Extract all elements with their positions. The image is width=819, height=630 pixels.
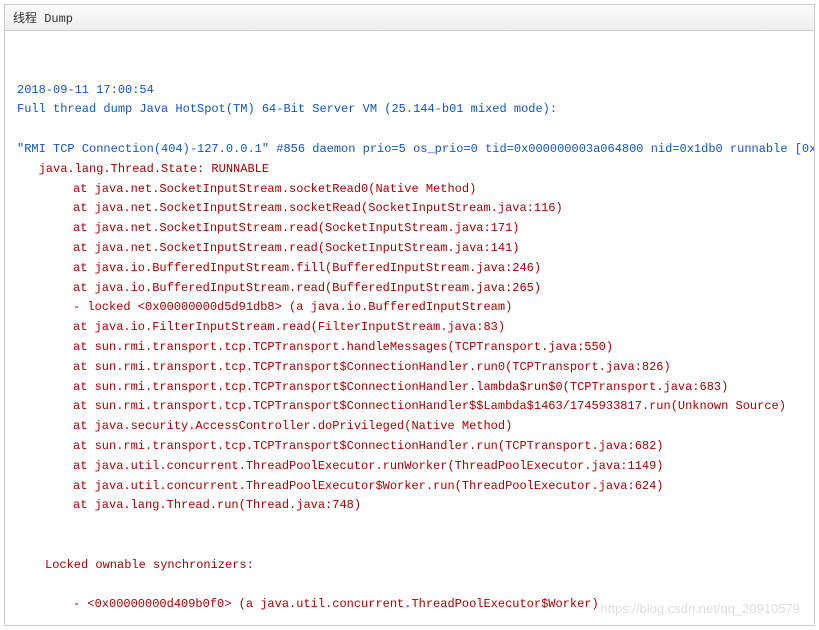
stack-line: at java.security.AccessController.doPriv… — [17, 417, 802, 437]
locked-sync-entries: - <0x00000000d409b0f0> (a java.util.conc… — [17, 595, 802, 615]
stack-line: at java.io.FilterInputStream.read(Filter… — [17, 318, 802, 338]
stack-line: at java.io.BufferedInputStream.fill(Buff… — [17, 259, 802, 279]
stack-line: at sun.rmi.transport.tcp.TCPTransport.ha… — [17, 338, 802, 358]
stack-line: - locked <0x00000000d5d91db8> (a java.io… — [17, 298, 802, 318]
stack-line: at java.net.SocketInputStream.read(Socke… — [17, 239, 802, 259]
stack-line: at java.io.BufferedInputStream.read(Buff… — [17, 279, 802, 299]
stack-line: at java.net.SocketInputStream.read(Socke… — [17, 219, 802, 239]
stack-line: at java.lang.Thread.run(Thread.java:748) — [17, 496, 802, 516]
stack-line: at java.util.concurrent.ThreadPoolExecut… — [17, 457, 802, 477]
stack-line: at java.util.concurrent.ThreadPoolExecut… — [17, 477, 802, 497]
stack-line: at sun.rmi.transport.tcp.TCPTransport$Co… — [17, 378, 802, 398]
sync-entry: - <0x00000000d409b0f0> (a java.util.conc… — [17, 595, 802, 615]
thread-state: java.lang.Thread.State: RUNNABLE — [17, 162, 269, 176]
panel-title: 线程 Dump — [5, 5, 814, 31]
stack-line: at java.net.SocketInputStream.socketRead… — [17, 199, 802, 219]
stack-line: at sun.rmi.transport.tcp.TCPTransport$Co… — [17, 437, 802, 457]
thread-dump-panel: 线程 Dump 2018-09-11 17:00:54 Full thread … — [4, 4, 815, 626]
thread-dump-content: 2018-09-11 17:00:54 Full thread dump Jav… — [5, 31, 814, 625]
dump-timestamp: 2018-09-11 17:00:54 — [17, 83, 154, 97]
stack-line: at sun.rmi.transport.tcp.TCPTransport$Co… — [17, 358, 802, 378]
thread-name: "RMI TCP Connection(404)-127.0.0.1" #856… — [17, 142, 814, 156]
locked-sync-header: Locked ownable synchronizers: — [17, 556, 802, 576]
dump-header: Full thread dump Java HotSpot(TM) 64-Bit… — [17, 102, 557, 116]
stack-line: at sun.rmi.transport.tcp.TCPTransport$Co… — [17, 397, 802, 417]
stack-line: at java.net.SocketInputStream.socketRead… — [17, 180, 802, 200]
stack-trace: at java.net.SocketInputStream.socketRead… — [17, 180, 802, 517]
